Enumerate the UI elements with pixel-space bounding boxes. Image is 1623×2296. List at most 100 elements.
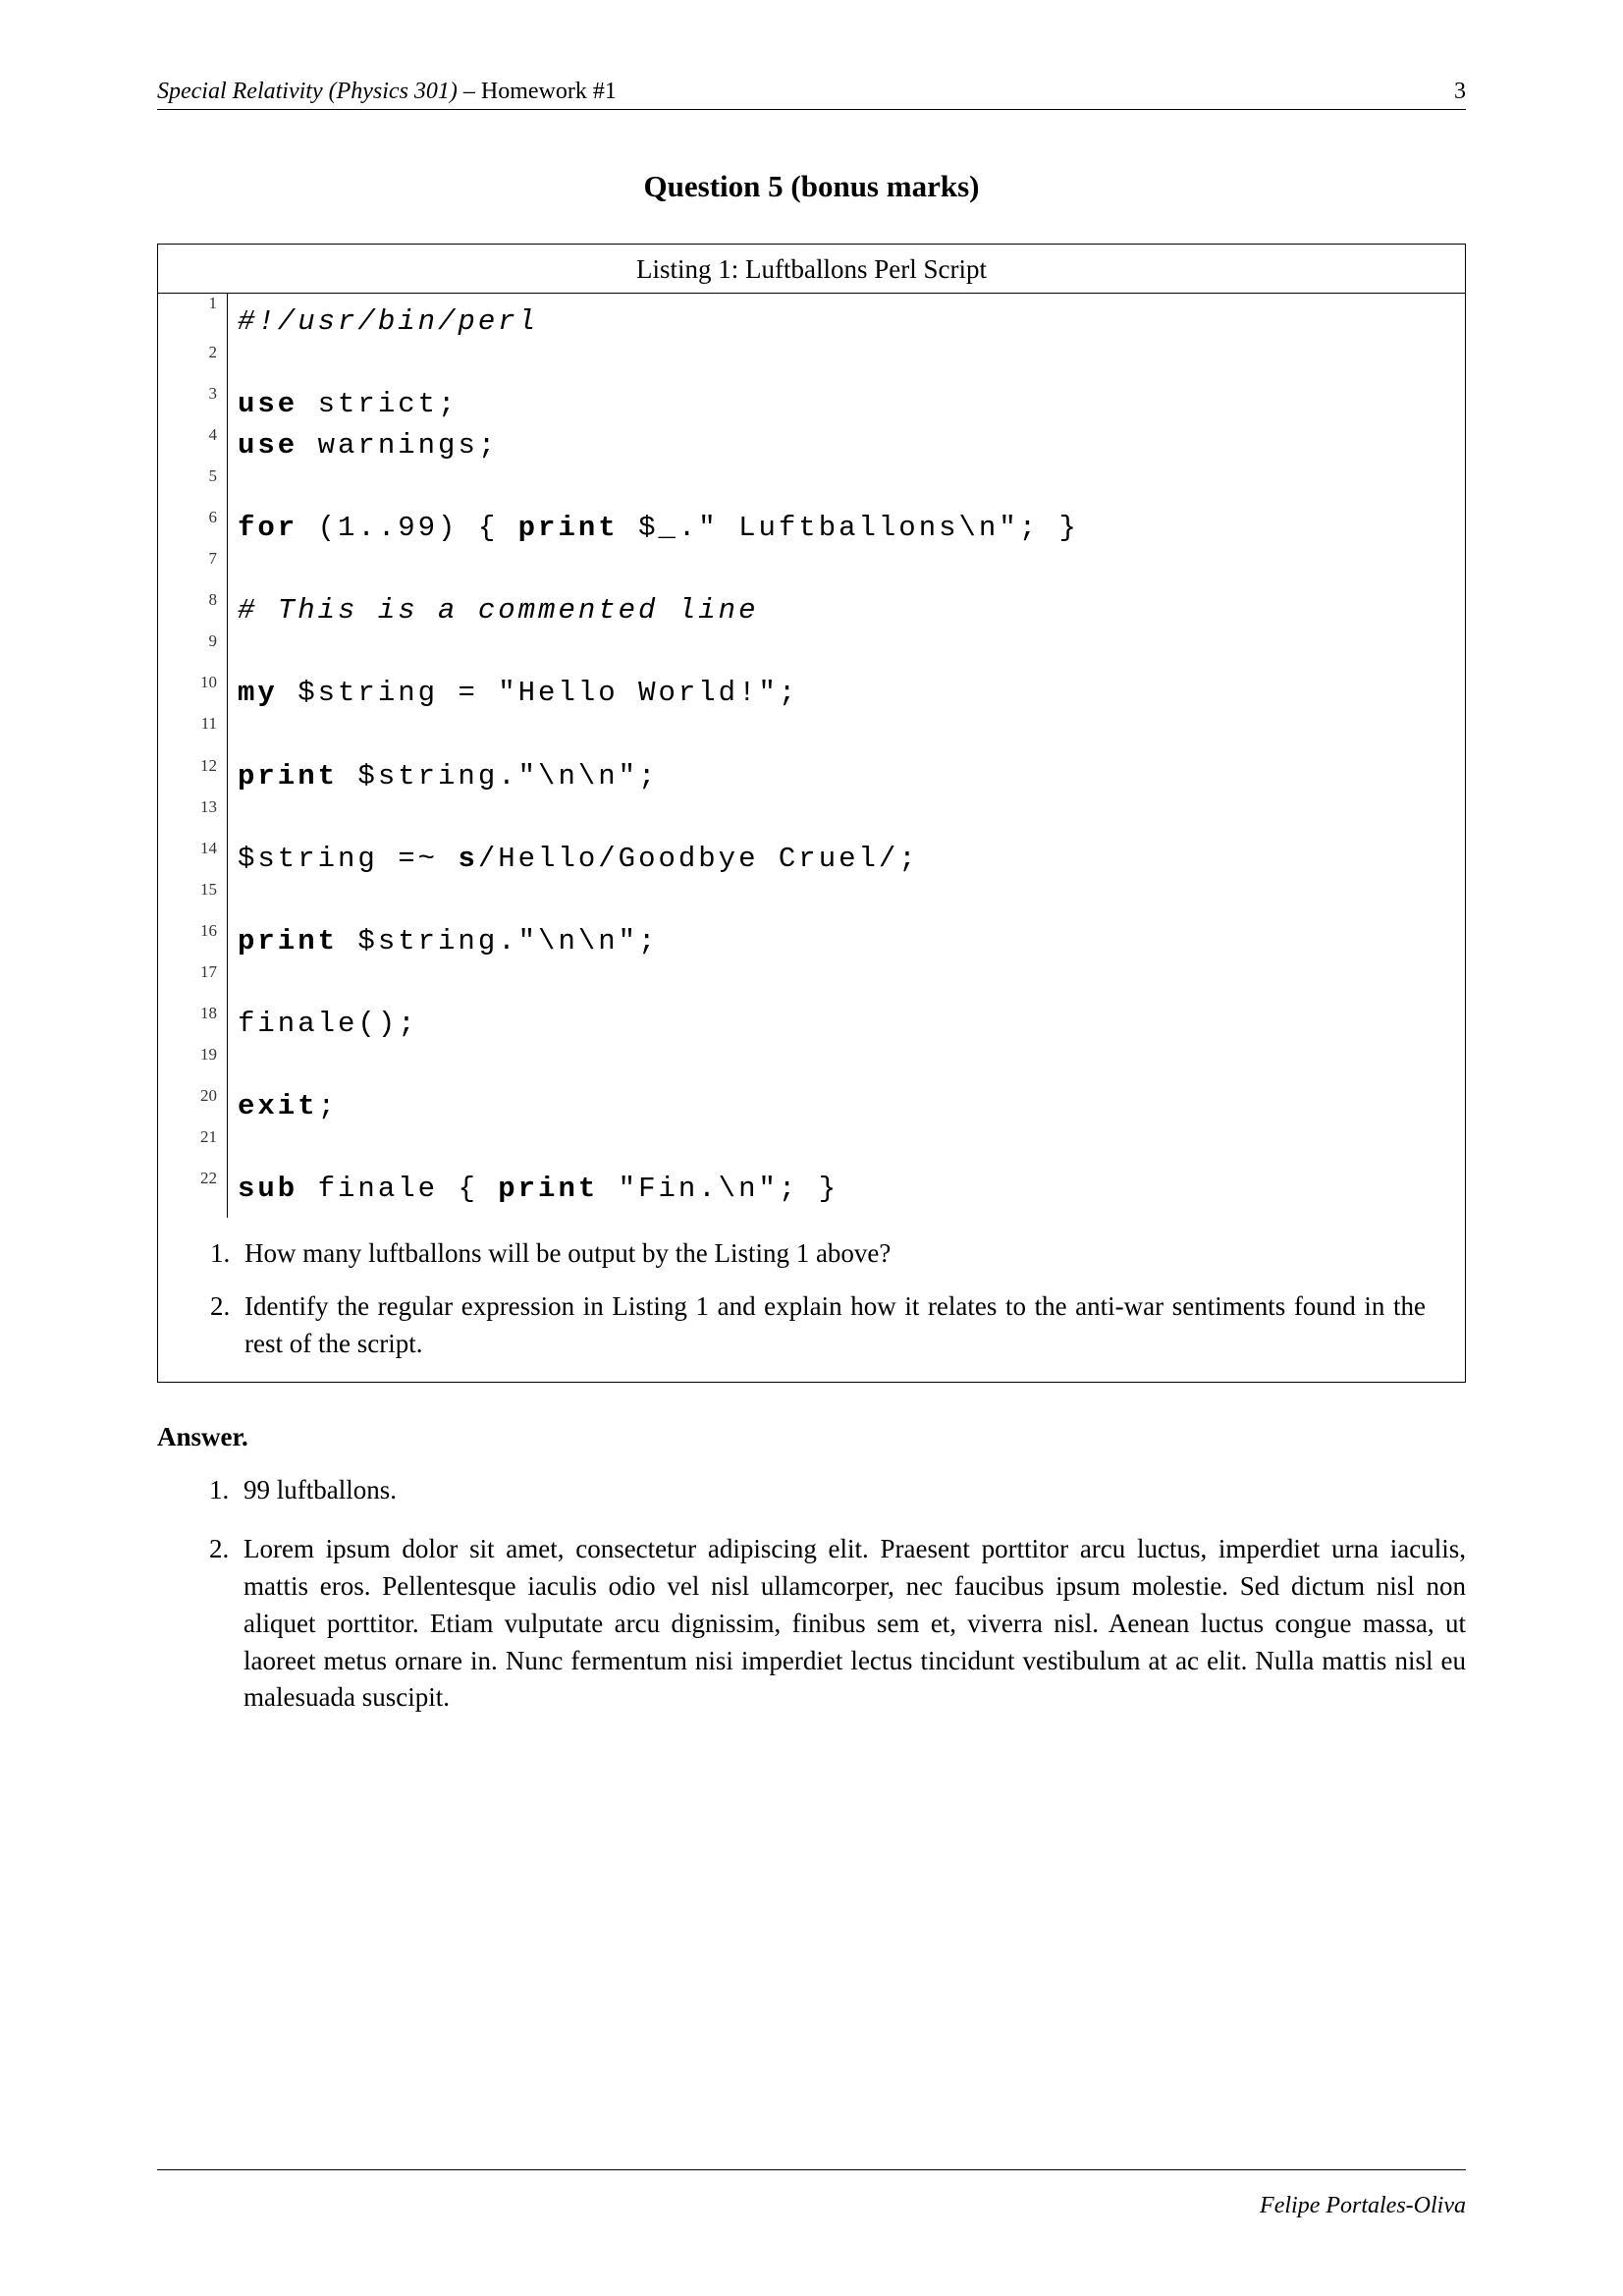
code-content	[228, 343, 1466, 384]
line-number: 6	[158, 508, 228, 549]
code-content	[228, 631, 1466, 673]
code-segment	[238, 1131, 257, 1164]
code-line: 16print $string."\n\n";	[158, 921, 1465, 962]
code-content	[228, 1127, 1466, 1169]
code-content: use warnings;	[228, 425, 1466, 466]
code-segment: print	[238, 925, 338, 957]
code-line: 14$string =~ s/Hello/Goodbye Cruel/;	[158, 839, 1465, 880]
header-separator: –	[458, 79, 481, 104]
code-line: 1#!/usr/bin/perl	[158, 294, 1465, 343]
line-number: 11	[158, 714, 228, 755]
question-item: How many luftballons will be output by t…	[237, 1235, 1426, 1273]
code-line: 6for (1..99) { print $_." Luftballons\n"…	[158, 508, 1465, 549]
course-name: Special Relativity (Physics 301)	[157, 79, 458, 104]
line-number: 2	[158, 343, 228, 384]
answer-item: 99 luftballons.	[236, 1472, 1466, 1509]
code-segment	[238, 1049, 257, 1081]
code-content: finale();	[228, 1004, 1466, 1045]
listing-caption: Listing 1: Luftballons Perl Script	[158, 245, 1465, 294]
code-content: $string =~ s/Hello/Goodbye Cruel/;	[228, 839, 1466, 880]
code-segment: $string =~	[238, 843, 458, 875]
code-content	[228, 466, 1466, 508]
code-segment	[238, 884, 257, 916]
code-segment: print	[498, 1173, 598, 1205]
code-content	[228, 714, 1466, 755]
code-content	[228, 797, 1466, 839]
line-number: 14	[158, 839, 228, 880]
line-number: 8	[158, 590, 228, 631]
code-line: 2	[158, 343, 1465, 384]
code-line: 22sub finale { print "Fin.\n"; }	[158, 1169, 1465, 1218]
code-segment: /Hello/Goodbye Cruel/;	[478, 843, 919, 875]
code-line: 11	[158, 714, 1465, 755]
line-number: 13	[158, 797, 228, 839]
code-content: for (1..99) { print $_." Luftballons\n";…	[228, 508, 1466, 549]
line-number: 5	[158, 466, 228, 508]
header-rule	[157, 109, 1466, 110]
code-segment: # This is a commented line	[238, 594, 758, 627]
code-line: 13	[158, 797, 1465, 839]
code-segment: use	[238, 388, 298, 420]
code-segment: ;	[318, 1090, 338, 1122]
code-content	[228, 962, 1466, 1004]
page-header: Special Relativity (Physics 301) – Homew…	[157, 79, 1466, 105]
line-number: 21	[158, 1127, 228, 1169]
line-number: 22	[158, 1169, 228, 1218]
line-number: 9	[158, 631, 228, 673]
code-content	[228, 880, 1466, 921]
code-segment: for	[238, 512, 298, 544]
assignment-name: Homework #1	[481, 79, 617, 104]
code-segment	[238, 347, 257, 379]
code-content: use strict;	[228, 384, 1466, 425]
code-segment: finale();	[238, 1008, 418, 1040]
code-content: exit;	[228, 1086, 1466, 1127]
line-number: 19	[158, 1045, 228, 1086]
code-content: print $string."\n\n";	[228, 756, 1466, 797]
code-segment: "Fin.\n"; }	[598, 1173, 839, 1205]
code-segment	[238, 553, 257, 585]
line-number: 1	[158, 294, 228, 343]
line-number: 20	[158, 1086, 228, 1127]
code-line: 9	[158, 631, 1465, 673]
code-line: 17	[158, 962, 1465, 1004]
code-line: 19	[158, 1045, 1465, 1086]
code-segment: use	[238, 429, 298, 462]
code-segment: sub	[238, 1173, 298, 1205]
code-line: 10my $string = "Hello World!";	[158, 673, 1465, 714]
code-segment	[238, 966, 257, 999]
code-segment	[238, 718, 257, 750]
question-item: Identify the regular expression in Listi…	[237, 1288, 1426, 1363]
line-number: 4	[158, 425, 228, 466]
code-content	[228, 549, 1466, 590]
code-content: sub finale { print "Fin.\n"; }	[228, 1169, 1466, 1218]
code-content: # This is a commented line	[228, 590, 1466, 631]
code-line: 12print $string."\n\n";	[158, 756, 1465, 797]
code-segment	[238, 801, 257, 834]
code-segment: print	[238, 760, 338, 793]
code-line: 3use strict;	[158, 384, 1465, 425]
answer-heading: Answer.	[157, 1422, 1466, 1452]
footer-author: Felipe Portales-Oliva	[1260, 2193, 1466, 2219]
code-segment: exit	[238, 1090, 318, 1122]
code-line: 7	[158, 549, 1465, 590]
header-left: Special Relativity (Physics 301) – Homew…	[157, 79, 617, 105]
code-content: #!/usr/bin/perl	[228, 294, 1466, 343]
code-segment: $_." Luftballons\n"; }	[619, 512, 1079, 544]
code-content: my $string = "Hello World!";	[228, 673, 1466, 714]
code-line: 21	[158, 1127, 1465, 1169]
code-line: 5	[158, 466, 1465, 508]
line-number: 12	[158, 756, 228, 797]
code-line: 20exit;	[158, 1086, 1465, 1127]
code-segment	[238, 470, 257, 503]
line-number: 18	[158, 1004, 228, 1045]
code-line: 8 # This is a commented line	[158, 590, 1465, 631]
questions-list: How many luftballons will be output by t…	[237, 1235, 1426, 1362]
code-segment: warnings;	[298, 429, 498, 462]
code-segment	[238, 635, 257, 668]
code-segment: $string = "Hello World!";	[278, 677, 798, 709]
question-title: Question 5 (bonus marks)	[157, 169, 1466, 204]
line-number: 7	[158, 549, 228, 590]
code-segment: $string."\n\n";	[338, 760, 658, 793]
answers-list: 99 luftballons.Lorem ipsum dolor sit ame…	[236, 1472, 1466, 1717]
line-number: 3	[158, 384, 228, 425]
